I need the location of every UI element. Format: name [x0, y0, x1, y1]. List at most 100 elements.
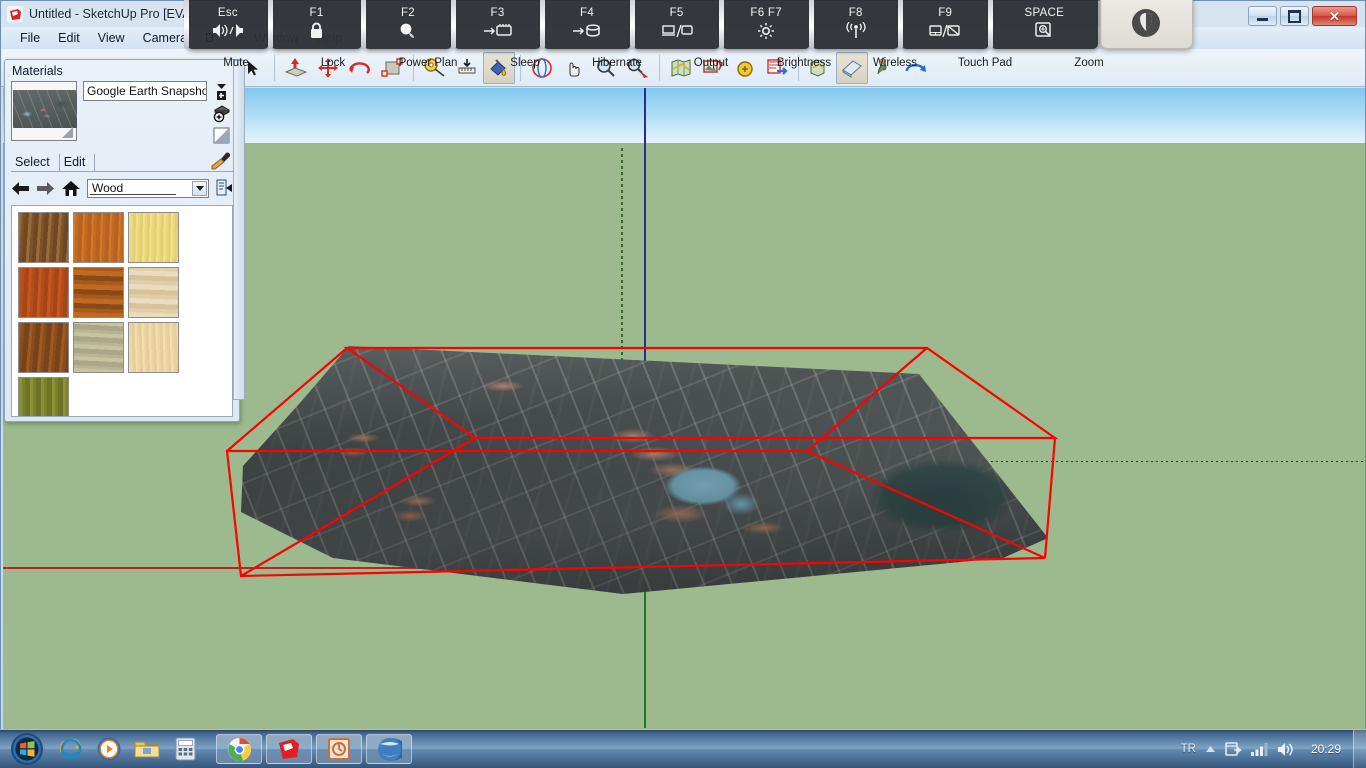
material-swatch[interactable] [73, 322, 124, 373]
caption-hibernate: Hibernate [592, 57, 642, 69]
window-controls: ✕ [1248, 6, 1357, 26]
select-underline [90, 193, 176, 195]
material-library-select[interactable]: Wood [87, 178, 209, 198]
caption-lock: Lock [320, 57, 346, 69]
hotkey-f1[interactable]: F1 [267, 0, 363, 49]
material-swatch[interactable] [18, 377, 69, 416]
zoom-icon [1035, 21, 1054, 39]
hotkey-f4-key: F4 [580, 7, 595, 19]
language-indicator[interactable]: TR [1181, 743, 1196, 755]
hotkey-space-key: SPACE [1024, 7, 1065, 19]
minimize-button[interactable] [1248, 6, 1277, 26]
materials-header: Google Earth Snapshot [11, 81, 233, 145]
terrain-shading [241, 346, 1048, 594]
menu-item-view[interactable]: View [89, 29, 134, 47]
sleep-icon [483, 22, 513, 39]
display-secondary-selection-button[interactable] [209, 125, 233, 146]
hotkey-f6-f7[interactable]: F6 F7 [719, 0, 810, 49]
google-earth-taskbar-button[interactable] [366, 734, 412, 764]
output-icon [661, 22, 693, 39]
material-preview-thumbnail [13, 90, 77, 128]
taskbar-clock[interactable]: 20:29 [1303, 742, 1349, 756]
hotkey-f9-key: F9 [938, 7, 953, 19]
hotkey-f8-key: F8 [848, 7, 863, 19]
material-swatch[interactable] [128, 212, 179, 263]
windows-start-orb[interactable] [2, 731, 52, 767]
hotkey-esc-key: Esc [217, 7, 238, 19]
materials-dialog[interactable]: Materials Google Earth Snapshot Select E… [4, 59, 245, 422]
material-swatch[interactable] [73, 212, 124, 263]
caption-zoom: Zoom [1074, 57, 1104, 69]
hotkey-f9[interactable]: F9 [898, 0, 990, 49]
volume-icon[interactable] [1277, 742, 1294, 757]
network-signal-icon[interactable] [1250, 742, 1268, 756]
window-title: Untitled - SketchUp Pro [EVA [29, 7, 191, 21]
sketchup-main-window: Untitled - SketchUp Pro [EVA ✕ File Edit… [0, 0, 1366, 730]
forward-arrow-icon[interactable] [36, 180, 55, 197]
material-preview[interactable] [11, 81, 77, 141]
hotkey-f2[interactable]: F2 [361, 0, 452, 49]
close-button[interactable]: ✕ [1312, 6, 1357, 26]
internet-explorer-icon[interactable] [52, 732, 90, 766]
brightness-icon [757, 22, 775, 39]
windows-media-player-icon[interactable] [90, 732, 128, 766]
sketchup-taskbar-button[interactable] [266, 734, 312, 764]
hotkey-f8[interactable]: F8 [808, 0, 900, 49]
material-swatch[interactable] [18, 267, 69, 318]
caption-wireless: Wireless [872, 57, 918, 69]
tab-select[interactable]: Select [11, 154, 60, 171]
hotkey-overlay: Esc Mute F1 F2 [184, 0, 1193, 49]
details-button[interactable] [215, 179, 233, 197]
action-center-icon[interactable] [1225, 741, 1242, 757]
power-plan-icon [399, 22, 416, 39]
caption-sleep: Sleep [510, 57, 540, 69]
menu-item-edit[interactable]: Edit [49, 29, 89, 47]
zoom-app-button[interactable] [1099, 0, 1193, 49]
sample-paint-button[interactable] [209, 103, 233, 124]
photo-app-taskbar-button[interactable] [316, 734, 362, 764]
chrome-taskbar-button[interactable] [216, 734, 262, 764]
material-swatch[interactable] [73, 267, 124, 318]
wireless-icon [843, 22, 869, 39]
chevron-down-icon[interactable] [192, 180, 207, 196]
hotkey-f5-key: F5 [669, 7, 684, 19]
hotkey-space[interactable]: SPACE [988, 0, 1098, 49]
touchpad-icon [929, 22, 961, 39]
material-swatch[interactable] [128, 267, 179, 318]
caption-mute: Mute [223, 57, 249, 69]
show-desktop-button[interactable] [1353, 730, 1366, 768]
system-tray: TR 20:29 [1181, 730, 1353, 768]
hotkey-esc[interactable]: Esc Mute [184, 0, 269, 49]
caption-power-plan: Power Plan [398, 57, 458, 69]
mute-icon [211, 22, 245, 39]
panel-scrollbar[interactable] [233, 60, 245, 400]
tab-edit[interactable]: Edit [60, 154, 96, 171]
materials-navigation: Wood [11, 176, 233, 200]
show-hidden-icons-arrow[interactable] [1205, 745, 1216, 753]
hotkey-f2-key: F2 [400, 7, 415, 19]
windows-taskbar: TR 20:29 [0, 729, 1366, 768]
hotkey-f5[interactable]: F5 [629, 0, 721, 49]
google-earth-terrain-model[interactable] [203, 346, 1083, 596]
calculator-icon[interactable] [166, 732, 204, 766]
hibernate-icon [572, 22, 602, 39]
menu-item-file[interactable]: File [11, 29, 49, 47]
material-swatch-grid[interactable] [11, 205, 233, 417]
material-swatch[interactable] [18, 212, 69, 263]
eyedropper-icon[interactable] [211, 152, 231, 170]
maximize-button[interactable] [1280, 6, 1309, 26]
back-arrow-icon[interactable] [11, 180, 30, 197]
caption-output: Output [693, 57, 729, 69]
shield-app-icon [1129, 6, 1163, 40]
material-swatch[interactable] [128, 322, 179, 373]
material-name-field[interactable]: Google Earth Snapshot [83, 81, 207, 101]
hotkey-f3-key: F3 [490, 7, 505, 19]
hotkey-f3[interactable]: F3 [450, 0, 542, 49]
lock-icon [309, 22, 324, 39]
material-swatch[interactable] [18, 322, 69, 373]
create-material-button[interactable] [209, 81, 233, 102]
caption-touchpad: Touch Pad [957, 57, 1013, 69]
windows-explorer-icon[interactable] [128, 732, 166, 766]
home-icon[interactable] [61, 180, 81, 197]
hotkey-f4[interactable]: F4 [540, 0, 631, 49]
